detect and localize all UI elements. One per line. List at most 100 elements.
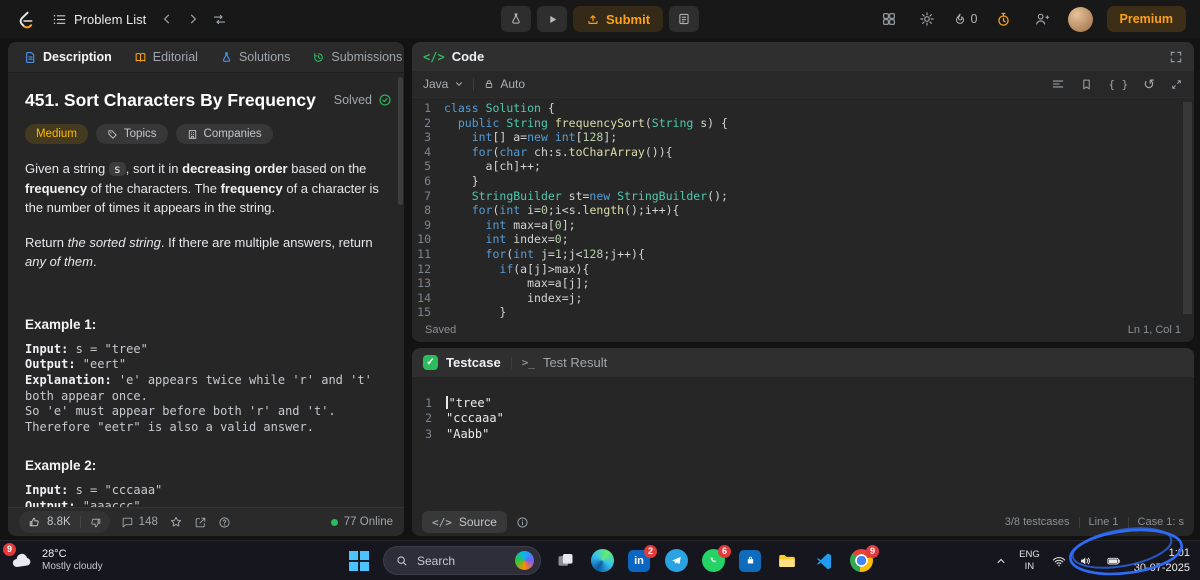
start-button[interactable] [346,548,372,574]
comments-button[interactable]: 148 [121,516,158,529]
description-scrollbar[interactable] [398,77,403,205]
solved-label: Solved [333,93,372,107]
vscode-app-icon[interactable] [811,548,837,574]
favorite-button[interactable] [169,515,183,529]
settings-gear-icon[interactable] [915,7,939,31]
tab-description[interactable]: Description [16,42,120,72]
editorial-icon [134,51,147,64]
source-button[interactable]: </> Source [422,511,507,533]
auto-toggle[interactable]: Auto [483,77,525,91]
testcase-line[interactable]: 3 "Aabb" [420,426,1182,442]
weather-widget[interactable]: 9 28°C Mostly cloudy [3,542,103,573]
tab-test-result[interactable]: Test Result [543,355,607,370]
code-line[interactable]: 12 if(a[j]>max){ [412,262,1182,277]
topics-badge[interactable]: Topics [95,124,168,144]
code-line[interactable]: 8 for(int i=0;i<s.length();i++){ [412,203,1182,218]
linkedin-app-icon[interactable]: in 2 [626,544,657,574]
code-line[interactable]: 9 int max=a[0]; [412,218,1182,233]
braces-icon[interactable]: { } [1108,78,1128,91]
whatsapp-app-icon[interactable]: 6 [700,544,731,574]
submit-button[interactable]: Submit [572,6,664,32]
building-icon [188,129,196,139]
navbar-left: Problem List [14,7,231,31]
solved-status[interactable]: Solved [334,93,392,107]
tab-description-label: Description [43,50,112,64]
language-indicator[interactable]: ENG IN [1019,549,1040,572]
format-icon[interactable] [1051,77,1065,91]
code-line[interactable]: 4 for(char ch:s.toCharArray()){ [412,145,1182,160]
telegram-app-icon[interactable] [663,548,689,574]
language-selector[interactable]: Java [423,77,464,91]
chrome-app-icon[interactable]: 9 [848,544,879,574]
testcase-input-area[interactable]: 1 "tree" 2 "cccaaa" 3 "Aabb" [412,377,1194,508]
wifi-icon[interactable] [1051,553,1067,569]
code-line[interactable]: 3 int[] a=new int[128]; [412,130,1182,145]
run-button[interactable] [536,6,567,32]
tab-solutions-label: Solutions [238,50,291,64]
store-app-icon[interactable] [737,548,763,574]
dislike-button[interactable] [81,516,110,529]
taskbar-clock[interactable]: 1:01 30-07-2025 [1134,546,1190,575]
tab-testcase[interactable]: Testcase [446,355,501,370]
premium-button[interactable]: Premium [1106,6,1186,32]
description-footer: 8.8K 148 77 Online [8,507,404,536]
submissions-icon [312,51,325,64]
task-view-button[interactable] [552,548,578,574]
feedback-button[interactable] [218,516,231,529]
invite-user-icon[interactable] [1030,7,1054,31]
layout-grid-icon[interactable] [877,7,901,31]
star-icon [170,516,181,527]
tab-editorial[interactable]: Editorial [126,42,206,72]
code-line[interactable]: 13 max=a[j]; [412,276,1182,291]
taskbar-search[interactable]: Search [383,546,541,575]
code-line[interactable]: 11 for(int j=1;j<128;j++){ [412,247,1182,262]
companies-badge[interactable]: Companies [175,124,273,144]
difficulty-badge[interactable]: Medium [25,124,88,144]
testcase-line[interactable]: 2 "cccaaa" [420,411,1182,427]
share-icon [195,517,206,527]
streak-indicator[interactable]: 0 [953,12,978,26]
tab-solutions[interactable]: Solutions [212,42,298,72]
leetcode-app: Problem List Submit 0 Premium Descriptio… [0,0,1200,580]
user-avatar[interactable] [1067,6,1093,32]
maximize-editor-icon[interactable] [1170,78,1183,91]
code-editor[interactable]: 1 class Solution {2 public String frequen… [412,99,1182,318]
hidden-icons-chevron[interactable] [994,554,1008,568]
editor-scrollbar[interactable] [1183,102,1192,314]
navbar-right: 0 Premium [877,6,1186,32]
code-line[interactable]: 10 int index=0; [412,232,1182,247]
code-line[interactable]: 15 } [412,305,1182,318]
tag-icon [108,129,117,139]
share-button[interactable] [194,516,207,529]
volume-icon[interactable] [1078,553,1094,569]
shuffle-icon[interactable] [207,7,231,31]
timer-icon[interactable] [992,7,1016,31]
edge-app-icon[interactable] [589,548,615,574]
leetcode-logo-icon[interactable] [14,9,35,30]
debugger-icon[interactable] [500,6,531,32]
like-button[interactable]: 8.8K [19,516,80,529]
code-line[interactable]: 2 public String frequencySort(String s) … [412,116,1182,131]
code-line[interactable]: 7 StringBuilder st=new StringBuilder(); [412,189,1182,204]
reset-code-icon[interactable]: ↺ [1143,77,1155,91]
language-label: Java [423,77,449,91]
info-icon[interactable] [516,516,529,529]
code-line[interactable]: 5 a[ch]++; [412,159,1182,174]
code-panel-header: </> Code [412,42,1194,71]
file-explorer-app-icon[interactable] [774,548,800,574]
prev-problem-icon[interactable] [155,7,179,31]
clock-time: 1:01 [1168,547,1190,560]
code-line[interactable]: 14 index=j; [412,291,1182,306]
problem-list-button[interactable]: Problem List [45,8,153,31]
taskbar-center: Search in 2 6 9 [346,541,879,580]
code-line[interactable]: 6 } [412,174,1182,189]
testcase-line[interactable]: 1 "tree" [420,395,1182,411]
code-line[interactable]: 1 class Solution { [412,101,1182,116]
notes-icon[interactable] [669,6,700,32]
battery-icon[interactable] [1105,553,1123,569]
bookmark-icon[interactable] [1080,78,1093,91]
next-problem-icon[interactable] [181,7,205,31]
tab-submissions[interactable]: Submissions [304,42,404,72]
expand-panel-icon[interactable] [1169,50,1183,64]
weather-badge: 9 [3,542,17,556]
